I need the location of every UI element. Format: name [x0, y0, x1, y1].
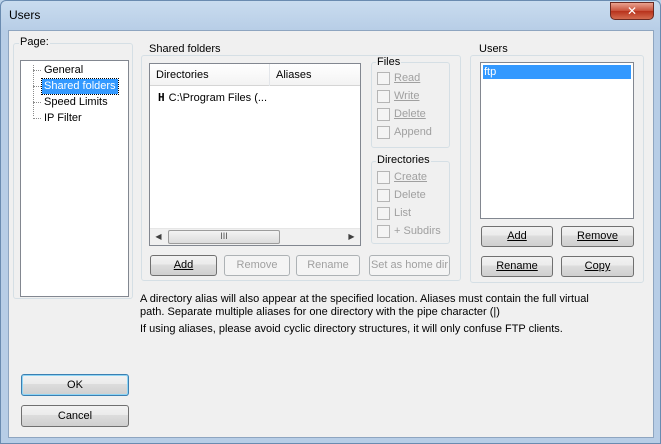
tree-connector — [33, 86, 41, 87]
checkbox-box — [377, 225, 390, 238]
users-group-label: Users — [478, 43, 509, 55]
alias-info-line-2: path. Separate multiple aliases for one … — [140, 306, 500, 318]
tree-connector — [33, 70, 41, 71]
horizontal-scrollbar[interactable]: ◀ III ▶ — [150, 228, 360, 245]
column-header-aliases[interactable]: Aliases — [270, 64, 360, 86]
rename-folder-button[interactable]: Rename — [296, 255, 360, 276]
checkbox-box — [377, 108, 390, 121]
checkbox-box — [377, 207, 390, 220]
page-tree[interactable]: General Shared folders Speed Limits IP F… — [20, 60, 129, 297]
remove-folder-label: Remove — [236, 259, 278, 271]
users-dialog-window: Users ✕ Page: General Shared folders Spe… — [0, 0, 661, 444]
read-label: Read — [394, 72, 421, 84]
delete-file-label: Delete — [394, 108, 426, 120]
list-checkbox[interactable]: List — [377, 207, 411, 223]
page-group-label: Page: — [19, 36, 50, 48]
append-checkbox[interactable]: Append — [377, 126, 432, 142]
rename-folder-label: Rename — [307, 259, 349, 271]
checkbox-box — [377, 90, 390, 103]
scroll-left-icon[interactable]: ◀ — [150, 229, 167, 245]
ok-button[interactable]: OK — [21, 374, 129, 396]
remove-folder-button[interactable]: Remove — [224, 255, 290, 276]
directory-cell: C:\Program Files (... — [168, 92, 268, 104]
subdirs-checkbox[interactable]: + Subdirs — [377, 225, 441, 241]
checkbox-box — [377, 126, 390, 139]
ok-label: OK — [67, 378, 83, 391]
list-label: List — [394, 207, 412, 219]
tree-item-shared-folders[interactable]: Shared folders — [41, 78, 119, 95]
subdirs-label: + Subdirs — [394, 225, 441, 237]
scroll-thumb[interactable]: III — [168, 230, 280, 244]
add-folder-label: Add — [173, 259, 194, 271]
tree-connector — [33, 65, 34, 116]
delete-dir-label: Delete — [394, 189, 426, 201]
column-header-directories[interactable]: Directories — [150, 64, 268, 86]
remove-user-label: Remove — [577, 230, 618, 242]
alias-warning-text: If using aliases, please avoid cyclic di… — [140, 323, 563, 335]
delete-dir-checkbox[interactable]: Delete — [377, 189, 426, 205]
users-listbox[interactable]: ftp — [480, 62, 634, 219]
checkbox-box — [377, 171, 390, 184]
checkbox-box — [377, 189, 390, 202]
shared-folders-group-label: Shared folders — [148, 43, 222, 55]
copy-user-button[interactable]: Copy — [561, 256, 634, 277]
create-dir-checkbox[interactable]: Create — [377, 171, 427, 187]
listview-header: Directories Aliases — [150, 64, 360, 86]
add-folder-button[interactable]: Add — [150, 255, 217, 276]
add-user-label: Add — [507, 230, 527, 242]
rename-user-button[interactable]: Rename — [481, 256, 553, 277]
checkbox-box — [377, 72, 390, 85]
create-dir-label: Create — [394, 171, 428, 183]
alias-info-line-1: A directory alias will also appear at th… — [140, 293, 589, 305]
append-label: Append — [394, 126, 432, 138]
remove-user-button[interactable]: Remove — [561, 226, 634, 247]
title-bar[interactable]: Users ✕ — [1, 1, 660, 31]
set-home-dir-button[interactable]: Set as home dir — [369, 255, 450, 276]
tree-item-speed-limits[interactable]: Speed Limits — [42, 95, 110, 110]
rename-user-label: Rename — [496, 260, 538, 272]
files-group-label: Files — [376, 56, 402, 68]
write-label: Write — [394, 90, 420, 102]
read-checkbox[interactable]: Read — [377, 72, 420, 88]
tree-item-general[interactable]: General — [42, 63, 85, 78]
scroll-right-icon[interactable]: ▶ — [343, 229, 360, 245]
tree-connector — [33, 102, 41, 103]
close-button[interactable]: ✕ — [610, 2, 654, 20]
close-icon: ✕ — [626, 4, 638, 18]
tree-item-ip-filter[interactable]: IP Filter — [42, 111, 84, 126]
write-checkbox[interactable]: Write — [377, 90, 419, 106]
tree-connector — [33, 118, 41, 119]
set-home-dir-label: Set as home dir — [370, 259, 449, 271]
list-item[interactable]: ftp — [483, 65, 631, 79]
table-row[interactable]: H C:\Program Files (... — [158, 91, 267, 105]
delete-file-checkbox[interactable]: Delete — [377, 108, 426, 124]
copy-user-label: Copy — [584, 260, 611, 272]
home-dir-marker: H — [158, 91, 165, 104]
add-user-button[interactable]: Add — [481, 226, 553, 247]
window-title: Users — [9, 8, 41, 22]
directories-group-label: Directories — [376, 154, 431, 166]
cancel-label: Cancel — [57, 409, 93, 422]
cancel-button[interactable]: Cancel — [21, 405, 129, 427]
dialog-client-area: Page: General Shared folders Speed Limit… — [8, 30, 654, 438]
directories-listview[interactable]: Directories Aliases H C:\Program Files (.… — [149, 63, 361, 246]
